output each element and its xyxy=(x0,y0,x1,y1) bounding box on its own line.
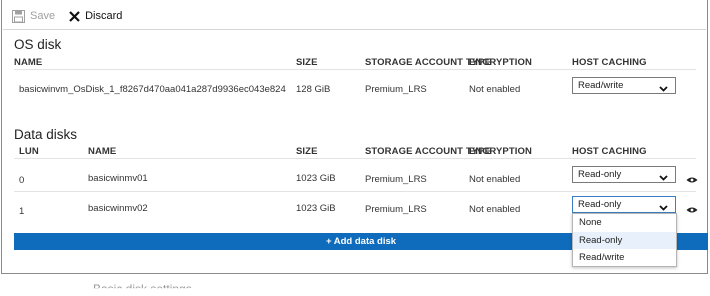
dd-host-caching-select[interactable]: Read-only xyxy=(572,166,676,183)
os-disk-title: OS disk xyxy=(14,37,62,52)
add-data-disk-label: + Add data disk xyxy=(325,236,397,247)
footer-ghost-text: Basic disk settings xyxy=(93,282,192,296)
dd-storage: Premium_LRS xyxy=(365,174,427,185)
save-label: Save xyxy=(30,10,56,22)
dd-host-caching-value: Read-only xyxy=(578,169,622,180)
detach-disk-icon[interactable] xyxy=(686,171,698,183)
dd-size: 1023 GiB xyxy=(296,203,336,214)
os-disk-size: 128 GiB xyxy=(296,84,331,95)
chevron-down-icon xyxy=(659,171,668,186)
dd-lun: 0 xyxy=(19,175,25,186)
toolbar: Save Discard xyxy=(12,6,136,26)
dd-header-size: SIZE xyxy=(296,146,318,157)
os-header-divider xyxy=(14,69,696,70)
dd-encryption: Not enabled xyxy=(469,204,521,215)
os-disk-storage: Premium_LRS xyxy=(365,84,427,95)
save-icon xyxy=(12,9,25,23)
dd-name[interactable]: basicwinmv02 xyxy=(88,203,148,214)
dd-name[interactable]: basicwinmv01 xyxy=(88,173,148,184)
data-disks-title: Data disks xyxy=(14,127,78,142)
os-header-caching: HOST CACHING xyxy=(572,57,647,68)
dd-header-lun: LUN xyxy=(19,146,39,157)
toolbar-divider xyxy=(3,29,706,30)
disk-settings-panel: Save Discard OS disk NAME SIZE STORAGE A… xyxy=(1,0,708,274)
dd-lun: 1 xyxy=(19,206,25,217)
dd-storage: Premium_LRS xyxy=(365,204,427,215)
dropdown-option-read-only[interactable]: Read-only xyxy=(573,231,676,249)
detach-disk-icon[interactable] xyxy=(686,201,698,213)
dd-header-encryption: ENCRYPTION xyxy=(469,146,532,157)
dropdown-option-read-write[interactable]: Read/write xyxy=(573,249,676,267)
os-host-caching-select[interactable]: Read/write xyxy=(572,77,676,94)
os-disk-name[interactable]: basicwinvm_OsDisk_1_f8267d470aa041a287d9… xyxy=(19,84,286,95)
discard-label: Discard xyxy=(85,10,123,22)
os-header-encryption: ENCRYPTION xyxy=(469,57,532,68)
os-disk-encryption: Not enabled xyxy=(469,84,521,95)
chevron-down-icon xyxy=(659,82,668,97)
save-button[interactable]: Save xyxy=(12,9,56,23)
dd-encryption: Not enabled xyxy=(469,174,521,185)
dd-host-caching-select[interactable]: Read-only xyxy=(572,196,676,213)
close-icon xyxy=(69,10,80,22)
dd-host-caching-value: Read-only xyxy=(578,199,622,210)
host-caching-dropdown: None Read-only Read/write xyxy=(572,213,677,267)
os-header-name: NAME xyxy=(14,57,43,68)
dd-header-name: NAME xyxy=(88,146,117,157)
os-header-size: SIZE xyxy=(296,57,318,68)
row-divider xyxy=(14,191,696,192)
discard-button[interactable]: Discard xyxy=(69,10,122,22)
os-host-caching-value: Read/write xyxy=(578,80,624,91)
dd-size: 1023 GiB xyxy=(296,173,336,184)
dd-header-caching: HOST CACHING xyxy=(572,146,647,157)
dd-header-divider xyxy=(14,158,696,159)
dropdown-option-none[interactable]: None xyxy=(573,214,676,232)
